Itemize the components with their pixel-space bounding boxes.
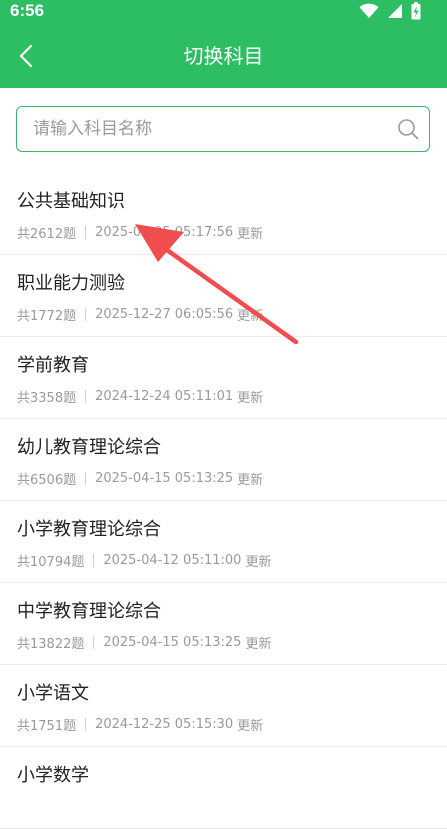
subject-name: 公共基础知识 <box>17 191 125 212</box>
update-time: 2024-12-25 05:15:30 <box>95 717 234 732</box>
page-title: 切换科目 <box>183 44 264 68</box>
subject-name: 小学数学 <box>17 765 89 786</box>
search-icon[interactable] <box>397 118 419 140</box>
question-count: 共6506题 <box>17 473 77 488</box>
subject-meta: 共1751题 2024-12-25 05:15:30 更新 <box>17 715 263 734</box>
subject-name: 幼儿教育理论综合 <box>17 437 161 458</box>
subject-item[interactable]: 中学教育理论综合 共13822题 2025-04-15 05:13:25 更新 <box>0 583 447 665</box>
meta-divider <box>85 718 87 731</box>
question-count: 共1751题 <box>17 719 77 734</box>
update-label: 更新 <box>237 391 264 406</box>
search-input[interactable] <box>33 107 383 150</box>
app-bar: 切换科目 <box>0 24 447 88</box>
meta-divider <box>85 226 87 239</box>
update-time: 2025-04-12 05:11:00 <box>103 553 242 568</box>
subject-name: 职业能力测验 <box>17 273 125 294</box>
subject-name: 中学教育理论综合 <box>17 601 161 622</box>
search-box <box>16 106 430 152</box>
signal-icon <box>388 4 402 18</box>
update-label: 更新 <box>237 473 264 488</box>
subject-item[interactable]: 职业能力测验 共1772题 2025-12-27 06:05:56 更新 <box>0 255 447 337</box>
meta-divider <box>93 554 95 567</box>
subject-item[interactable]: 小学语文 共1751题 2024-12-25 05:15:30 更新 <box>0 665 447 747</box>
meta-divider <box>93 636 95 649</box>
subject-item[interactable]: 小学教育理论综合 共10794题 2025-04-12 05:11:00 更新 <box>0 501 447 583</box>
update-label: 更新 <box>237 309 264 324</box>
meta-divider <box>85 308 87 321</box>
subject-item[interactable]: 幼儿教育理论综合 共6506题 2025-04-15 05:13:25 更新 <box>0 419 447 501</box>
subject-meta: 共1772题 2025-12-27 06:05:56 更新 <box>17 305 263 324</box>
subject-meta: 共6506题 2025-04-15 05:13:25 更新 <box>17 469 263 488</box>
status-icons <box>359 2 421 20</box>
subject-meta: 共2612题 2025-03-05 05:17:56 更新 <box>17 223 263 242</box>
update-label: 更新 <box>245 637 272 652</box>
subject-name: 小学语文 <box>17 683 89 704</box>
meta-divider <box>85 390 87 403</box>
question-count: 共13822题 <box>17 637 85 652</box>
update-time: 2025-04-15 05:13:25 <box>95 471 234 486</box>
subject-item[interactable]: 小学数学 <box>0 747 447 829</box>
meta-divider <box>85 472 87 485</box>
update-label: 更新 <box>245 555 272 570</box>
battery-icon <box>411 2 421 20</box>
update-time: 2025-04-15 05:13:25 <box>103 635 242 650</box>
update-time: 2025-12-27 06:05:56 <box>95 307 234 322</box>
subject-list: 公共基础知识 共2612题 2025-03-05 05:17:56 更新 职业能… <box>0 173 447 829</box>
update-time: 2024-12-24 05:11:01 <box>95 389 234 404</box>
update-time: 2025-03-05 05:17:56 <box>95 225 234 240</box>
subject-item[interactable]: 公共基础知识 共2612题 2025-03-05 05:17:56 更新 <box>0 173 447 255</box>
subject-name: 小学教育理论综合 <box>17 519 161 540</box>
status-bar: 6:56 <box>0 0 447 24</box>
subject-meta: 共10794题 2025-04-12 05:11:00 更新 <box>17 551 271 570</box>
subject-meta: 共13822题 2025-04-15 05:13:25 更新 <box>17 633 271 652</box>
subject-meta: 共3358题 2024-12-24 05:11:01 更新 <box>17 387 263 406</box>
status-time: 6:56 <box>10 1 45 20</box>
question-count: 共1772题 <box>17 309 77 324</box>
update-label: 更新 <box>237 227 264 242</box>
wifi-icon <box>359 3 379 18</box>
question-count: 共2612题 <box>17 227 77 242</box>
question-count: 共3358题 <box>17 391 77 406</box>
subject-name: 学前教育 <box>17 355 89 376</box>
question-count: 共10794题 <box>17 555 85 570</box>
update-label: 更新 <box>237 719 264 734</box>
subject-item[interactable]: 学前教育 共3358题 2024-12-24 05:11:01 更新 <box>0 337 447 419</box>
